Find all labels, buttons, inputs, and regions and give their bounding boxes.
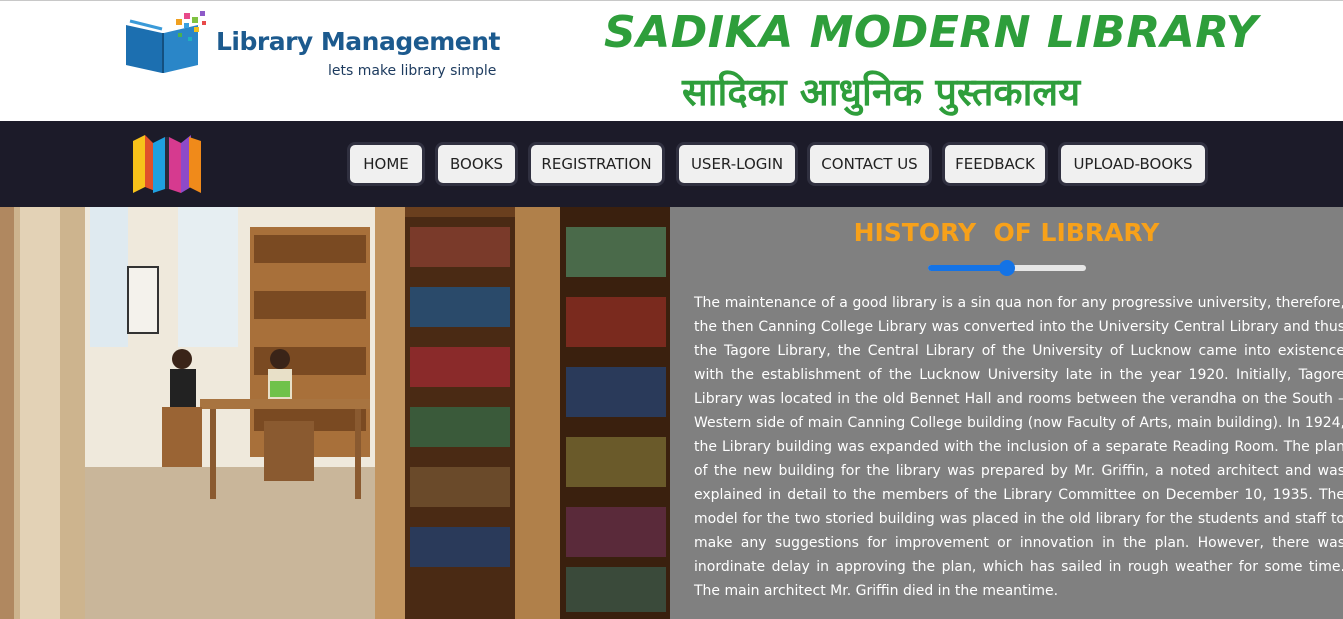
nav-contact-us-button[interactable]: CONTACT US xyxy=(807,142,932,186)
site-header: Library Management lets make library sim… xyxy=(0,0,1343,121)
slider-thumb[interactable] xyxy=(999,260,1015,276)
history-slider[interactable] xyxy=(928,260,1086,276)
nav-upload-books-button[interactable]: UPLOAD-BOOKS xyxy=(1058,142,1208,186)
nav-books-button[interactable]: BOOKS xyxy=(435,142,518,186)
history-paragraph: The maintenance of a good library is a s… xyxy=(694,295,1343,599)
logo-tagline: lets make library simple xyxy=(328,63,497,79)
nav-feedback-button[interactable]: FEEDBACK xyxy=(942,142,1048,186)
site-subtitle-hindi: सादिका आधुनिक पुस्तकालय xyxy=(682,70,1081,114)
main-navbar: HOME BOOKS REGISTRATION USER-LOGIN CONTA… xyxy=(0,121,1343,207)
slider-fill xyxy=(928,265,1007,271)
main-content: HISTORY OF LIBRARY The maintenance of a … xyxy=(0,207,1343,619)
nav-home-button[interactable]: HOME xyxy=(347,142,425,186)
library-management-logo[interactable]: Library Management lets make library sim… xyxy=(122,11,502,83)
logo-title: Library Management xyxy=(216,27,500,56)
site-title: SADIKA MODERN LIBRARY xyxy=(604,7,1258,58)
open-book-icon xyxy=(126,11,206,73)
history-title: HISTORY OF LIBRARY xyxy=(853,218,1160,247)
books-logo-icon[interactable] xyxy=(131,133,203,195)
nav-user-login-button[interactable]: USER-LOGIN xyxy=(676,142,798,186)
library-reading-room-photo xyxy=(0,207,670,619)
history-panel: HISTORY OF LIBRARY The maintenance of a … xyxy=(670,207,1343,619)
nav-registration-button[interactable]: REGISTRATION xyxy=(528,142,665,186)
